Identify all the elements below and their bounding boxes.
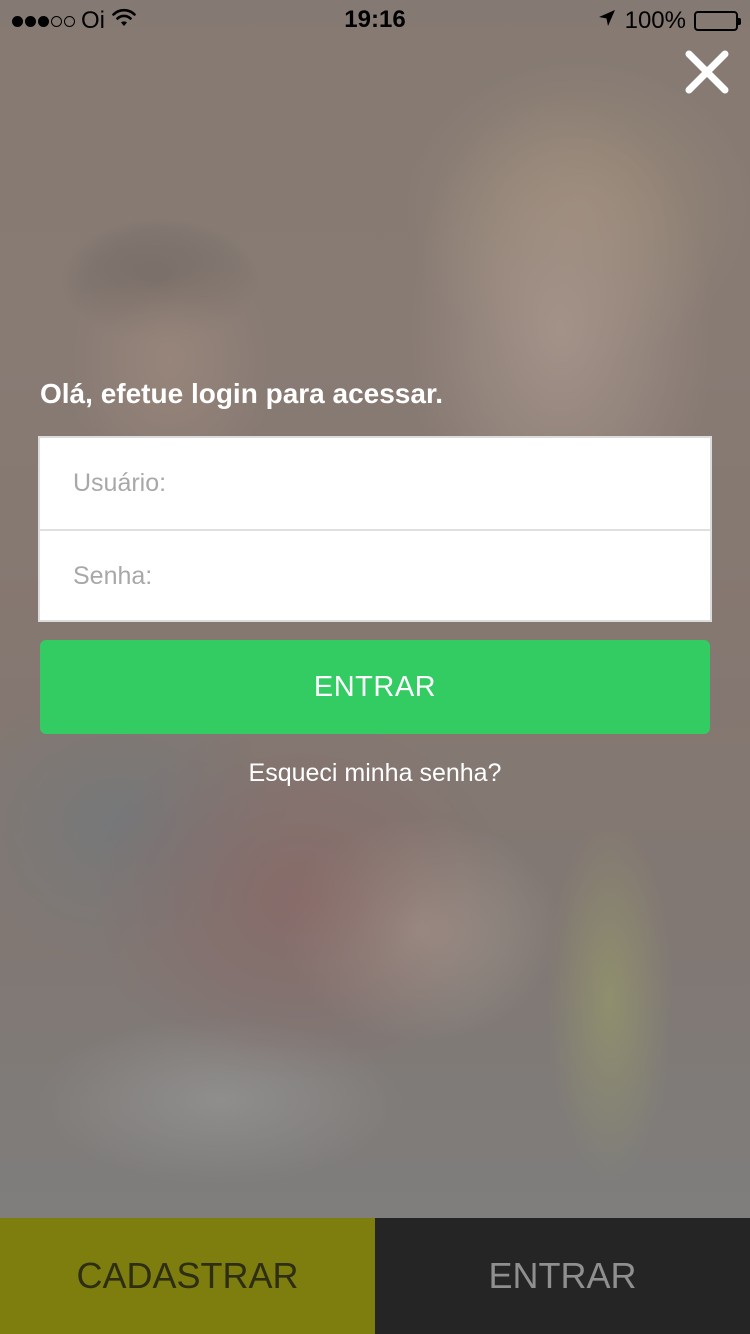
- battery-percent: 100%: [624, 7, 686, 34]
- battery-icon: [694, 11, 741, 31]
- login-submit-button[interactable]: ENTRAR: [40, 640, 710, 734]
- tab-login-label: ENTRAR: [488, 1255, 637, 1296]
- location-arrow-icon: [597, 7, 617, 35]
- close-icon: [685, 50, 729, 94]
- login-screen: Oi 19:16 100% Olá, efetue login para ace…: [0, 0, 750, 1334]
- login-form: [38, 436, 712, 622]
- status-right-group: 100%: [597, 7, 741, 35]
- status-bar: Oi 19:16 100%: [0, 0, 750, 40]
- login-heading: Olá, efetue login para acessar.: [40, 378, 444, 409]
- tab-login[interactable]: ENTRAR: [375, 1218, 750, 1334]
- password-input[interactable]: [40, 531, 710, 622]
- close-button[interactable]: [676, 44, 738, 100]
- tab-register[interactable]: CADASTRAR: [0, 1218, 375, 1334]
- forgot-password-link[interactable]: Esqueci minha senha?: [0, 759, 750, 788]
- username-input[interactable]: [40, 438, 710, 529]
- bottom-tab-bar: CADASTRAR ENTRAR: [0, 1218, 750, 1334]
- tab-register-label: CADASTRAR: [76, 1255, 299, 1296]
